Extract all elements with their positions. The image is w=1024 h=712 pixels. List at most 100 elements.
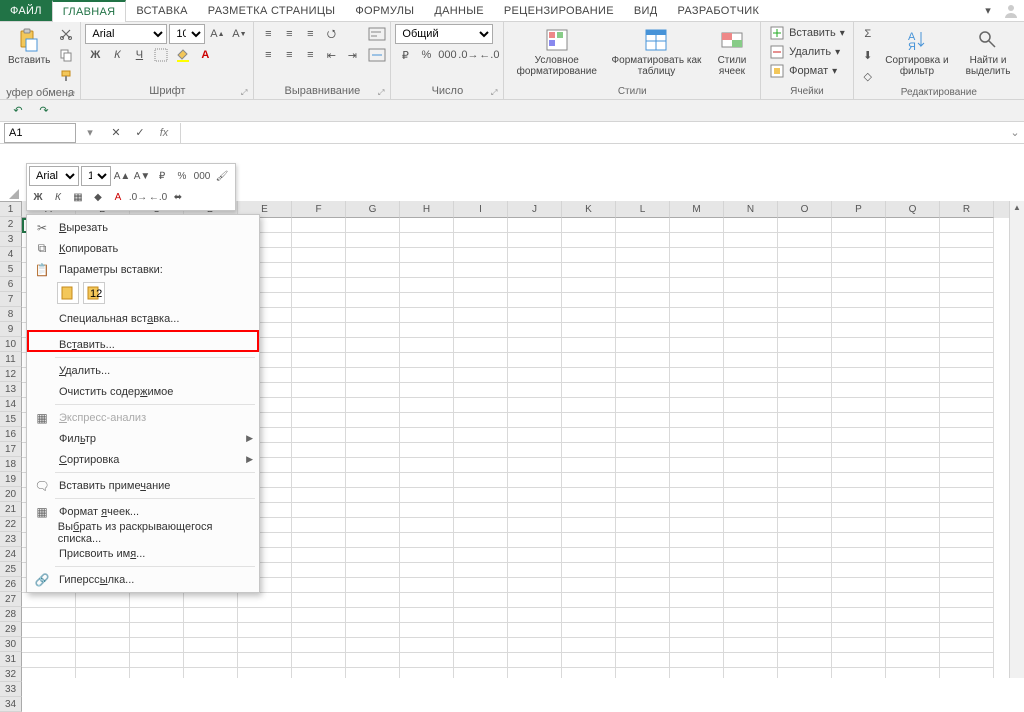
cell[interactable] bbox=[508, 323, 562, 338]
row-header[interactable]: 11 bbox=[0, 352, 22, 367]
ctx-insert-comment[interactable]: 🗨Вставить примечание bbox=[27, 475, 259, 496]
cell[interactable] bbox=[940, 338, 994, 353]
cell[interactable] bbox=[670, 518, 724, 533]
tab-developer[interactable]: РАЗРАБОТЧИК bbox=[667, 0, 769, 21]
row-header[interactable]: 7 bbox=[0, 292, 22, 307]
cell[interactable] bbox=[832, 293, 886, 308]
cell[interactable] bbox=[832, 623, 886, 638]
cell[interactable] bbox=[508, 263, 562, 278]
cell[interactable] bbox=[562, 458, 616, 473]
cell[interactable] bbox=[400, 518, 454, 533]
column-header[interactable]: J bbox=[508, 201, 562, 218]
row-header[interactable]: 26 bbox=[0, 577, 22, 592]
cell[interactable] bbox=[724, 623, 778, 638]
cell[interactable] bbox=[886, 638, 940, 653]
cell[interactable] bbox=[832, 473, 886, 488]
format-painter-icon[interactable] bbox=[56, 66, 76, 86]
cell[interactable] bbox=[886, 443, 940, 458]
namebox-dropdown-icon[interactable]: ▾ bbox=[80, 123, 100, 143]
align-middle-icon[interactable]: ≡ bbox=[279, 24, 299, 44]
cell[interactable] bbox=[400, 293, 454, 308]
cell[interactable] bbox=[670, 473, 724, 488]
cell[interactable] bbox=[562, 623, 616, 638]
cell[interactable] bbox=[670, 578, 724, 593]
cell[interactable] bbox=[616, 593, 670, 608]
cell[interactable] bbox=[562, 473, 616, 488]
cell[interactable] bbox=[346, 233, 400, 248]
row-header[interactable]: 25 bbox=[0, 562, 22, 577]
cell[interactable] bbox=[724, 473, 778, 488]
cell[interactable] bbox=[292, 533, 346, 548]
copy-icon[interactable] bbox=[56, 45, 76, 65]
select-all-triangle[interactable] bbox=[0, 201, 22, 202]
cell[interactable] bbox=[292, 518, 346, 533]
ctx-copy[interactable]: ⧉Копировать bbox=[27, 238, 259, 259]
number-launcher-icon[interactable]: ⤢ bbox=[491, 88, 497, 98]
sort-filter-button[interactable]: AЯСортировка и фильтр bbox=[880, 24, 954, 79]
cell[interactable] bbox=[454, 653, 508, 668]
cell[interactable] bbox=[940, 413, 994, 428]
row-header[interactable]: 14 bbox=[0, 397, 22, 412]
cell[interactable] bbox=[346, 578, 400, 593]
cell[interactable] bbox=[616, 533, 670, 548]
cell[interactable] bbox=[292, 503, 346, 518]
ctx-format-cells[interactable]: ▦Формат ячеек... bbox=[27, 501, 259, 522]
conditional-formatting-button[interactable]: Условное форматирование bbox=[508, 24, 605, 79]
cell[interactable] bbox=[832, 608, 886, 623]
cancel-formula-icon[interactable]: ✕ bbox=[106, 123, 126, 143]
cell[interactable] bbox=[508, 353, 562, 368]
cell[interactable] bbox=[454, 233, 508, 248]
cell[interactable] bbox=[184, 668, 238, 678]
cell[interactable] bbox=[616, 518, 670, 533]
redo-icon[interactable]: ↷ bbox=[34, 101, 54, 121]
cell[interactable] bbox=[346, 548, 400, 563]
cell[interactable] bbox=[886, 413, 940, 428]
cell[interactable] bbox=[778, 458, 832, 473]
cell[interactable] bbox=[562, 293, 616, 308]
cell[interactable] bbox=[940, 278, 994, 293]
cell[interactable] bbox=[454, 488, 508, 503]
cell[interactable] bbox=[400, 233, 454, 248]
cell[interactable] bbox=[832, 413, 886, 428]
cell[interactable] bbox=[292, 263, 346, 278]
column-header[interactable]: L bbox=[616, 201, 670, 218]
cell[interactable] bbox=[346, 533, 400, 548]
cell[interactable] bbox=[724, 308, 778, 323]
cell[interactable] bbox=[778, 578, 832, 593]
cell[interactable] bbox=[886, 353, 940, 368]
insert-cells-button[interactable]: Вставить ▾ bbox=[765, 24, 849, 42]
cell[interactable] bbox=[778, 563, 832, 578]
row-header[interactable]: 1 bbox=[0, 202, 22, 217]
cell[interactable] bbox=[346, 338, 400, 353]
cell[interactable] bbox=[292, 578, 346, 593]
cell[interactable] bbox=[454, 473, 508, 488]
cell[interactable] bbox=[724, 323, 778, 338]
tab-file[interactable]: ФАЙЛ bbox=[0, 0, 52, 21]
cell[interactable] bbox=[400, 338, 454, 353]
ctx-sort[interactable]: Сортировка▶ bbox=[27, 449, 259, 470]
row-header[interactable]: 16 bbox=[0, 427, 22, 442]
align-bottom-icon[interactable]: ≡ bbox=[300, 24, 320, 44]
format-as-table-button[interactable]: Форматировать как таблицу bbox=[607, 24, 706, 79]
cell[interactable] bbox=[778, 503, 832, 518]
row-header[interactable]: 15 bbox=[0, 412, 22, 427]
cell[interactable] bbox=[292, 548, 346, 563]
cell[interactable] bbox=[400, 353, 454, 368]
cell[interactable] bbox=[778, 593, 832, 608]
cell[interactable] bbox=[886, 338, 940, 353]
orientation-icon[interactable]: ⭯ bbox=[321, 24, 341, 44]
cell[interactable] bbox=[886, 608, 940, 623]
cell[interactable] bbox=[454, 533, 508, 548]
tab-insert[interactable]: ВСТАВКА bbox=[126, 0, 197, 21]
cell[interactable] bbox=[940, 233, 994, 248]
row-header[interactable]: 19 bbox=[0, 472, 22, 487]
cell[interactable] bbox=[292, 608, 346, 623]
cell[interactable] bbox=[778, 653, 832, 668]
cell[interactable] bbox=[130, 608, 184, 623]
percent-format-icon[interactable]: % bbox=[416, 45, 436, 65]
cell[interactable] bbox=[724, 488, 778, 503]
cell[interactable] bbox=[886, 218, 940, 233]
indent-decrease-icon[interactable]: ⇤ bbox=[321, 45, 341, 65]
ctx-define-name[interactable]: Присвоить имя... bbox=[27, 543, 259, 564]
cell[interactable] bbox=[292, 398, 346, 413]
